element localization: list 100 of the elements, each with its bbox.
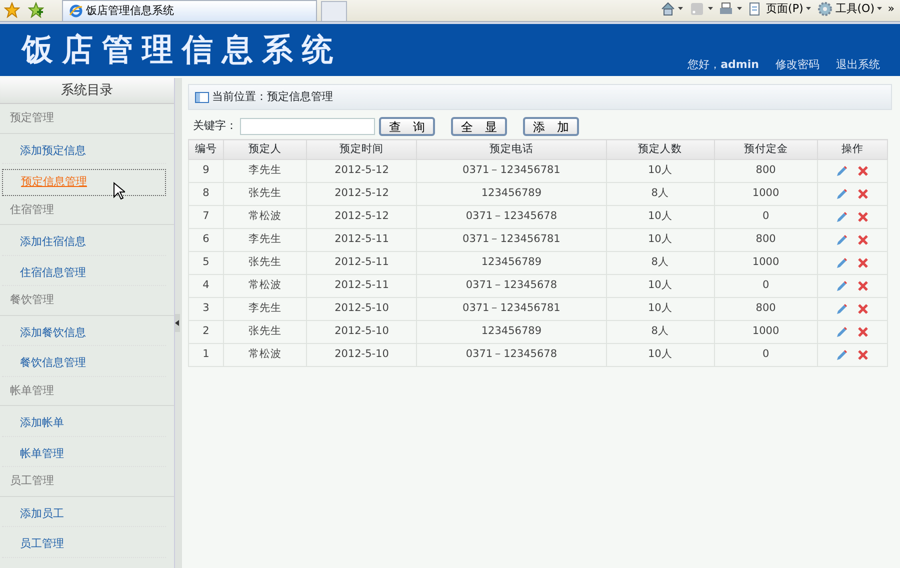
header-link[interactable]: 修改密码 [776, 56, 820, 74]
column-header: 预定人数 [606, 140, 714, 160]
table-cell: 0 [714, 344, 818, 366]
table-cell: 2012-5-10 [306, 320, 417, 344]
delete-icon[interactable] [858, 258, 868, 268]
table-cell: 2012-5-12 [306, 182, 417, 206]
edit-pencil-icon[interactable] [836, 166, 848, 176]
table-cell: 4 [188, 274, 224, 298]
edit-pencil-icon[interactable] [836, 234, 848, 246]
table-cell: 0371－123456781 [416, 298, 606, 320]
delete-icon[interactable] [858, 166, 868, 176]
sidebar-group-label: 住宿管理 [0, 196, 174, 225]
table-cell: 123456789 [416, 182, 606, 206]
table-cell: 李先生 [224, 160, 307, 182]
table-cell: 0371－123456781 [416, 228, 606, 252]
browser-icon [69, 4, 83, 18]
table-cell: 常松波 [224, 206, 307, 228]
sidebar-group-label: 员工管理 [0, 467, 174, 496]
table-cell: 常松波 [224, 344, 307, 366]
table-cell: 2012-5-12 [306, 160, 417, 182]
column-header: 预定时间 [306, 140, 417, 160]
table-cell: 10人 [606, 206, 714, 228]
tools-menu[interactable]: 工具(O) [816, 0, 882, 17]
caret-icon [678, 7, 684, 10]
search-button[interactable]: 全 显 [450, 117, 507, 136]
sidebar-item[interactable]: 帐单管理 [2, 442, 166, 467]
search-button[interactable]: 添 加 [522, 117, 579, 136]
table-cell: 2012-5-11 [306, 252, 417, 274]
sidebar-item[interactable]: 添加帐单 [2, 411, 166, 436]
sidebar-item[interactable]: 住宿信息管理 [2, 260, 166, 286]
delete-icon[interactable] [858, 350, 868, 360]
sidebar-item[interactable]: 添加住宿信息 [2, 230, 166, 256]
table-cell: 0 [714, 206, 818, 228]
home-icon [660, 0, 676, 17]
table-cell: 0371－12345678 [416, 206, 606, 228]
browser-tab[interactable]: 饭店管理信息系统 [62, 0, 317, 21]
splitter-handle[interactable] [175, 314, 180, 332]
delete-icon[interactable] [858, 326, 868, 336]
edit-pencil-icon[interactable] [836, 326, 848, 338]
home-button[interactable] [660, 0, 684, 17]
sidebar-title: 系统目录 [0, 78, 174, 104]
table-cell: 2012-5-11 [306, 228, 417, 252]
greeting: 您好，admin [688, 56, 759, 73]
sidebar-item[interactable]: 添加餐饮信息 [2, 320, 166, 346]
table-cell: 张先生 [224, 252, 307, 274]
table-cell: 1 [188, 344, 224, 366]
table-cell: 8 [188, 182, 224, 206]
table-cell: 3 [188, 298, 224, 320]
overflow-chevron[interactable]: » [888, 0, 894, 17]
edit-pencil-icon[interactable] [836, 280, 848, 292]
table-cell: 1000 [714, 252, 818, 274]
sidebar-item[interactable]: 添加员工 [2, 502, 166, 527]
table-cell: 800 [714, 298, 818, 320]
table-cell: 10人 [606, 344, 714, 366]
column-header: 编号 [188, 140, 224, 160]
table-cell: 2 [188, 320, 224, 344]
breadcrumb-text: 当前位置：预定信息管理 [212, 88, 333, 105]
sidebar-item[interactable]: 员工管理 [2, 532, 166, 558]
delete-icon[interactable] [858, 234, 868, 244]
edit-pencil-icon[interactable] [836, 212, 848, 222]
delete-icon[interactable] [858, 280, 868, 290]
keyword-label: 关键字： [193, 118, 237, 134]
edit-pencil-icon[interactable] [836, 350, 848, 360]
caret-icon [806, 7, 812, 10]
edit-pencil-icon[interactable] [836, 304, 848, 314]
table-cell: 0371－123456781 [416, 160, 606, 182]
add-favorites-icon[interactable] [28, 2, 44, 18]
sidebar-group-label: 餐饮管理 [0, 286, 174, 316]
keyword-field[interactable] [240, 118, 375, 135]
delete-icon[interactable] [858, 188, 868, 198]
edit-pencil-icon[interactable] [836, 258, 848, 268]
table-cell: 2012-5-10 [306, 298, 417, 320]
table-cell: 123456789 [416, 252, 606, 274]
delete-icon[interactable] [858, 304, 868, 314]
printer-button[interactable] [718, 0, 742, 17]
table-cell: 2012-5-12 [306, 206, 417, 228]
table-cell: 123456789 [416, 320, 606, 344]
feed-icon [688, 0, 705, 17]
table-cell: 800 [714, 228, 818, 252]
edit-pencil-icon[interactable] [836, 188, 848, 200]
sidebar-item[interactable]: 添加预定信息 [2, 138, 166, 164]
table-cell: 1000 [714, 182, 818, 206]
page-menu[interactable]: 页面(P) [747, 0, 812, 17]
delete-icon[interactable] [858, 212, 868, 222]
table-cell: 2012-5-10 [306, 344, 417, 366]
sidebar-group-label: 预定管理 [0, 104, 174, 134]
table-cell: 800 [714, 160, 818, 182]
table-cell: 0371－12345678 [416, 274, 606, 298]
table-cell: 8人 [606, 252, 714, 274]
favorites-star-icon[interactable] [4, 2, 20, 18]
app-title: 饭店管理信息系统 [22, 30, 342, 70]
table-cell: 2012-5-11 [306, 274, 417, 298]
sidebar-item[interactable]: 餐饮信息管理 [2, 351, 166, 376]
table-cell: 8人 [606, 320, 714, 344]
table-cell: 10人 [606, 228, 714, 252]
column-header: 预定人 [224, 140, 307, 160]
table-cell: 0 [714, 274, 818, 298]
header-link[interactable]: 退出系统 [836, 56, 880, 74]
table-cell: 李先生 [224, 228, 307, 252]
search-button[interactable]: 查 询 [378, 117, 435, 136]
